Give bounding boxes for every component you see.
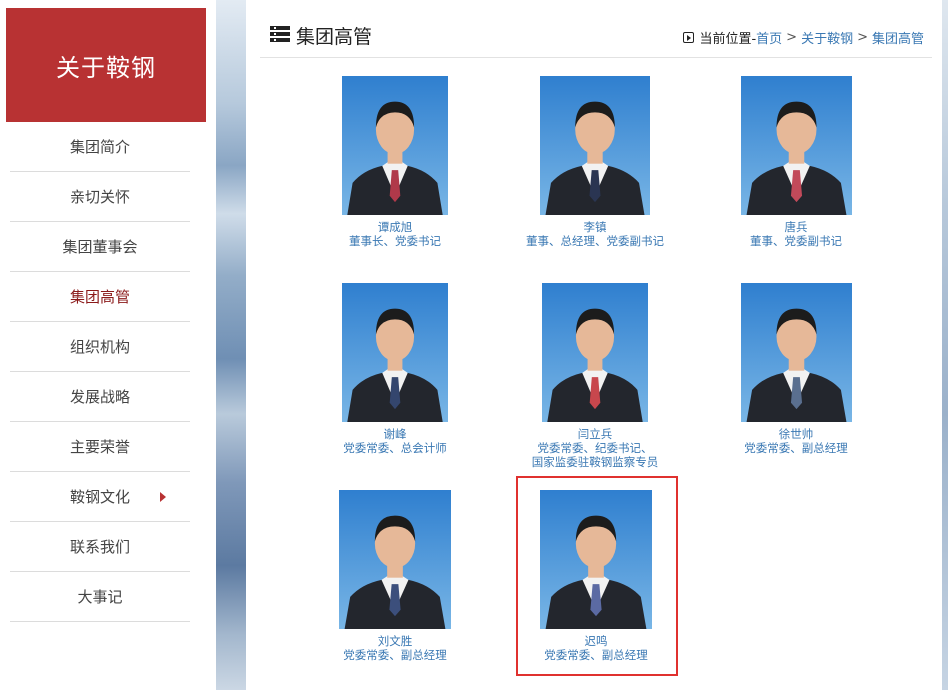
portrait-illustration (540, 76, 650, 215)
person-name[interactable]: 谢峰 (325, 427, 465, 441)
background-landscape-right (942, 0, 948, 690)
person-card[interactable]: 徐世帅 党委常委、副总经理 (731, 283, 861, 455)
person-title[interactable]: 董事长、党委书记 (325, 234, 465, 248)
person-card[interactable]: 闫立兵 党委常委、纪委书记、 国家监委驻鞍钢监察专员 (515, 283, 675, 469)
sidebar-item-strategy[interactable]: 发展战略 (10, 372, 190, 422)
sidebar-item-label: 组织机构 (69, 338, 130, 356)
person-photo[interactable] (740, 283, 852, 422)
location-label: 当前位置- (699, 32, 757, 47)
section-header: 集团高管 当前位置- 首页 > 关于鞍钢 > 集团高管 (260, 16, 932, 58)
location-icon (683, 32, 695, 43)
person-title[interactable]: 董事、党委副书记 (731, 234, 861, 248)
person-photo[interactable] (740, 76, 852, 215)
portrait-illustration (740, 283, 852, 422)
breadcrumb-current-link[interactable]: 集团高管 (872, 28, 924, 47)
person-photo[interactable] (342, 283, 448, 422)
sidebar-item-board[interactable]: 集团董事会 (10, 222, 190, 272)
person-title[interactable]: 党委常委、副总经理 (325, 648, 465, 662)
person-card[interactable]: 谭成旭 董事长、党委书记 (325, 76, 465, 248)
portrait-illustration (339, 490, 451, 629)
sidebar-item-label: 发展战略 (69, 388, 130, 406)
sidebar-item-label: 联系我们 (69, 538, 130, 556)
sidebar-item-chronicle[interactable]: 大事记 (10, 572, 190, 622)
background-landscape (216, 0, 246, 690)
sidebar-item-care[interactable]: 亲切关怀 (10, 172, 190, 222)
person-title[interactable]: 党委常委、总会计师 (325, 441, 465, 455)
person-name[interactable]: 徐世帅 (731, 427, 861, 441)
sidebar-item-culture[interactable]: 鞍钢文化 (10, 472, 190, 522)
breadcrumb-home-link[interactable]: 首页 (756, 28, 782, 47)
sidebar-menu: 集团简介 亲切关怀 集团董事会 集团高管 组织机构 发展战略 主要荣誉 鞍钢文化… (10, 122, 190, 622)
sidebar: 关于鞍钢 集团简介 亲切关怀 集团董事会 集团高管 组织机构 发展战略 主要荣誉… (0, 0, 216, 690)
sidebar-item-label: 亲切关怀 (69, 188, 130, 206)
person-name[interactable]: 唐兵 (731, 220, 861, 234)
sidebar-title: 关于鞍钢 (6, 8, 206, 122)
sidebar-item-label: 集团董事会 (62, 238, 138, 256)
breadcrumb-about-link[interactable]: 关于鞍钢 (801, 28, 853, 47)
person-photo[interactable] (540, 76, 650, 215)
person-card[interactable]: 谢峰 党委常委、总会计师 (325, 283, 465, 455)
sidebar-item-label: 集团高管 (69, 288, 130, 306)
person-card[interactable]: 唐兵 董事、党委副书记 (731, 76, 861, 248)
page-title: 集团高管 (296, 26, 373, 48)
sidebar-item-label: 大事记 (77, 588, 123, 606)
list-icon (270, 26, 290, 42)
person-title[interactable]: 党委常委、副总经理 (731, 441, 861, 455)
person-card[interactable]: 李镇 董事、总经理、党委副书记 (510, 76, 680, 248)
breadcrumb-separator: > (857, 30, 868, 45)
sidebar-item-group-intro[interactable]: 集团简介 (10, 122, 190, 172)
person-name[interactable]: 刘文胜 (325, 634, 465, 648)
person-title[interactable]: 董事、总经理、党委副书记 (510, 234, 680, 248)
portrait-illustration (342, 283, 448, 422)
person-name[interactable]: 李镇 (510, 220, 680, 234)
person-name[interactable]: 谭成旭 (325, 220, 465, 234)
portrait-illustration (542, 283, 648, 422)
sidebar-item-executives[interactable]: 集团高管 (10, 272, 190, 322)
chevron-right-icon (160, 492, 166, 502)
person-title[interactable]: 党委常委、纪委书记、 (515, 441, 675, 455)
sidebar-item-label: 集团简介 (69, 138, 130, 156)
sidebar-item-contact[interactable]: 联系我们 (10, 522, 190, 572)
sidebar-item-label: 主要荣誉 (69, 438, 130, 456)
person-photo[interactable] (542, 283, 648, 422)
person-name[interactable]: 闫立兵 (515, 427, 675, 441)
breadcrumb-separator: > (786, 30, 798, 45)
sidebar-item-label: 鞍钢文化 (69, 488, 130, 506)
sidebar-item-organization[interactable]: 组织机构 (10, 322, 190, 372)
breadcrumb: 当前位置- 首页 > 关于鞍钢 > 集团高管 (683, 28, 924, 47)
person-photo[interactable] (342, 76, 448, 215)
portrait-illustration (740, 76, 852, 215)
highlight-box (516, 476, 678, 676)
person-card[interactable]: 刘文胜 党委常委、副总经理 (325, 490, 465, 662)
portrait-illustration (342, 76, 448, 215)
sidebar-item-honors[interactable]: 主要荣誉 (10, 422, 190, 472)
person-title[interactable]: 国家监委驻鞍钢监察专员 (515, 455, 675, 469)
person-photo[interactable] (339, 490, 451, 629)
